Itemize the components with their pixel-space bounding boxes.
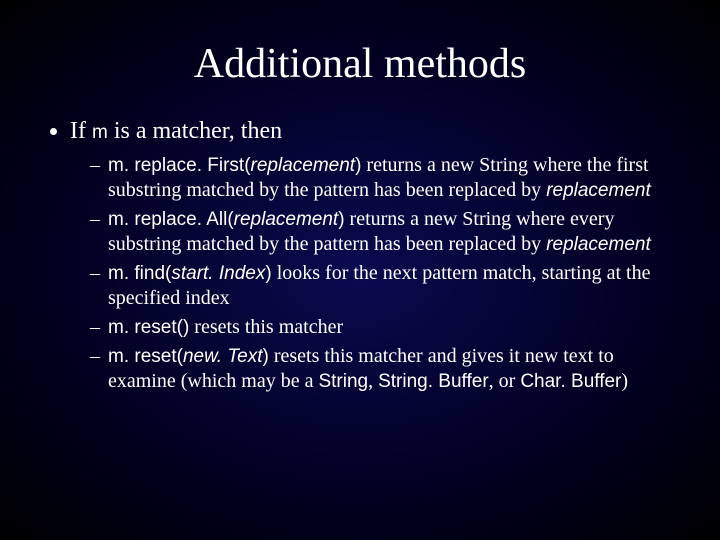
type-ref: Char. Buffer: [520, 371, 621, 392]
slide: Additional methods If m is a matcher, th…: [0, 0, 720, 540]
top-bullet-suffix: is a matcher, then: [108, 118, 282, 144]
top-bullet-code: m: [92, 122, 108, 143]
method-desc-param: replacement: [546, 234, 651, 255]
sep: , or: [489, 370, 521, 392]
list-item: m. reset() resets this matcher: [90, 315, 680, 340]
method-desc: resets this matcher: [189, 316, 343, 338]
method-param: replacement: [251, 155, 356, 176]
list-item: m. replace. First(replacement) returns a…: [90, 153, 680, 203]
type-ref: String: [318, 371, 368, 392]
method-code: m. reset(: [108, 346, 183, 367]
method-code: m. reset(): [108, 317, 189, 338]
sub-list: m. replace. First(replacement) returns a…: [90, 153, 680, 394]
type-ref: String. Buffer: [378, 371, 489, 392]
method-param: start. Index: [171, 263, 265, 284]
top-list: If m is a matcher, then m. replace. Firs…: [70, 118, 680, 394]
list-item: m. replace. All(replacement) returns a n…: [90, 207, 680, 257]
method-desc-param: replacement: [546, 180, 651, 201]
method-code: m. find(: [108, 263, 171, 284]
slide-title: Additional methods: [40, 40, 680, 88]
list-item: m. reset(new. Text) resets this matcher …: [90, 344, 680, 394]
method-code: m. replace. All(: [108, 209, 234, 230]
top-bullet-prefix: If: [70, 118, 92, 144]
method-code: m. replace. First(: [108, 155, 251, 176]
top-bullet: If m is a matcher, then m. replace. Firs…: [70, 118, 680, 394]
desc-end: ): [621, 370, 628, 392]
method-param: new. Text: [183, 346, 263, 367]
list-item: m. find(start. Index) looks for the next…: [90, 261, 680, 311]
sep: ,: [368, 370, 378, 392]
method-param: replacement: [234, 209, 339, 230]
